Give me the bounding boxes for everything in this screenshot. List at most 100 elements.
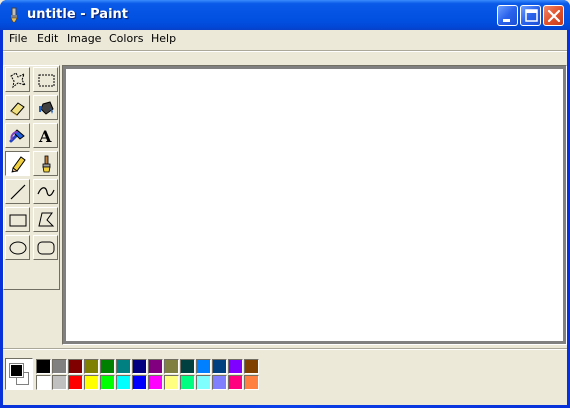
palette-swatch[interactable]: [244, 359, 259, 374]
minimize-button[interactable]: [497, 5, 518, 26]
palette-swatch-color: [181, 360, 194, 373]
tool-fill[interactable]: [33, 95, 58, 120]
tool-ellipse[interactable]: [5, 235, 30, 260]
rect-select-icon: [38, 74, 55, 87]
window-title: untitle - Paint: [27, 7, 128, 22]
tool-brush[interactable]: [33, 151, 58, 176]
palette-swatch-color: [213, 360, 226, 373]
palette-swatch[interactable]: [100, 359, 115, 374]
palette-swatch-color: [69, 376, 82, 389]
tool-text[interactable]: A: [33, 123, 58, 148]
palette-swatch-color: [117, 360, 130, 373]
palette-swatch[interactable]: [132, 359, 147, 374]
paint-app-icon: [10, 7, 18, 23]
palette-swatch[interactable]: [228, 375, 243, 390]
palette-swatch-color: [229, 376, 242, 389]
menu-bar: File Edit Image Colors Help: [3, 30, 567, 48]
tool-line[interactable]: [5, 179, 30, 204]
palette-swatch[interactable]: [180, 375, 195, 390]
palette-swatch[interactable]: [148, 359, 163, 374]
palette-swatch[interactable]: [68, 359, 83, 374]
palette-swatch-color: [149, 376, 162, 389]
polygon-icon: [38, 212, 55, 227]
palette-swatch-color: [53, 360, 66, 373]
tool-rounded-rectangle[interactable]: [33, 235, 58, 260]
brush-icon: [42, 155, 51, 173]
rectangle-icon: [9, 214, 27, 227]
palette-swatch-color: [197, 360, 210, 373]
tool-eraser[interactable]: [5, 95, 30, 120]
close-icon: [547, 9, 561, 23]
current-colors[interactable]: [5, 358, 33, 390]
palette-swatch[interactable]: [84, 375, 99, 390]
palette-swatch-color: [101, 376, 114, 389]
palette-swatch[interactable]: [164, 375, 179, 390]
palette-swatch[interactable]: [212, 359, 227, 374]
pencil-icon: [11, 156, 26, 173]
palette-swatch[interactable]: [84, 359, 99, 374]
maximize-button[interactable]: [520, 5, 541, 26]
rounded-rectangle-icon: [37, 241, 55, 255]
palette-swatch[interactable]: [228, 359, 243, 374]
palette-swatch[interactable]: [196, 375, 211, 390]
palette-swatch-color: [53, 376, 66, 389]
curve-icon: [37, 187, 55, 197]
eraser-icon: [10, 102, 25, 116]
palette-swatch-color: [37, 376, 50, 389]
menu-edit[interactable]: Edit: [37, 32, 58, 45]
palette-swatch[interactable]: [100, 375, 115, 390]
tool-pick-color[interactable]: [5, 123, 30, 148]
palette-swatch-color: [165, 360, 178, 373]
palette-swatch[interactable]: [36, 375, 51, 390]
palette-swatch-color: [149, 360, 162, 373]
palette-swatch[interactable]: [36, 359, 51, 374]
canvas-area: [62, 65, 567, 345]
free-form-select-icon: [10, 72, 27, 89]
menu-colors[interactable]: Colors: [109, 32, 143, 45]
palette-swatch[interactable]: [116, 375, 131, 390]
ellipse-icon: [9, 241, 27, 255]
close-button[interactable]: [543, 5, 564, 26]
line-icon: [10, 184, 26, 200]
palette-swatch-color: [245, 376, 258, 389]
tool-rect-select[interactable]: [33, 67, 58, 92]
palette-swatch[interactable]: [164, 359, 179, 374]
palette-swatch[interactable]: [196, 359, 211, 374]
tool-polygon[interactable]: [33, 207, 58, 232]
palette-swatch-color: [117, 376, 130, 389]
palette-swatch[interactable]: [52, 375, 67, 390]
palette-swatch-color: [37, 360, 50, 373]
palette-swatch[interactable]: [148, 375, 163, 390]
menu-separator: [3, 50, 567, 52]
tool-curve[interactable]: [33, 179, 58, 204]
tool-rectangle[interactable]: [5, 207, 30, 232]
text-tool-glyph: A: [38, 127, 52, 146]
tool-pencil[interactable]: [5, 151, 30, 176]
text-icon: A: [38, 127, 52, 146]
palette-swatch-color: [213, 376, 226, 389]
eyedropper-icon: [9, 129, 25, 143]
palette-swatch-color: [229, 360, 242, 373]
palette-separator: [3, 348, 567, 350]
tool-free-form-select[interactable]: [5, 67, 30, 92]
palette-swatch-color: [101, 360, 114, 373]
palette-swatch-color: [165, 376, 178, 389]
title-bar[interactable]: untitle - Paint: [0, 0, 570, 30]
palette-swatch-color: [245, 360, 258, 373]
palette-swatch-color: [197, 376, 210, 389]
palette-swatch[interactable]: [244, 375, 259, 390]
palette-swatch[interactable]: [116, 359, 131, 374]
menu-help[interactable]: Help: [151, 32, 176, 45]
foreground-color-swatch[interactable]: [9, 363, 24, 378]
palette-swatch[interactable]: [68, 375, 83, 390]
palette-swatch[interactable]: [132, 375, 147, 390]
minimize-icon: [503, 19, 510, 22]
palette-swatch[interactable]: [180, 359, 195, 374]
maximize-icon: [525, 9, 538, 22]
menu-file[interactable]: File: [9, 32, 27, 45]
palette-swatch[interactable]: [52, 359, 67, 374]
toolbox: A: [3, 65, 60, 290]
menu-image[interactable]: Image: [67, 32, 101, 45]
palette-swatch[interactable]: [212, 375, 227, 390]
drawing-canvas[interactable]: [66, 69, 563, 341]
